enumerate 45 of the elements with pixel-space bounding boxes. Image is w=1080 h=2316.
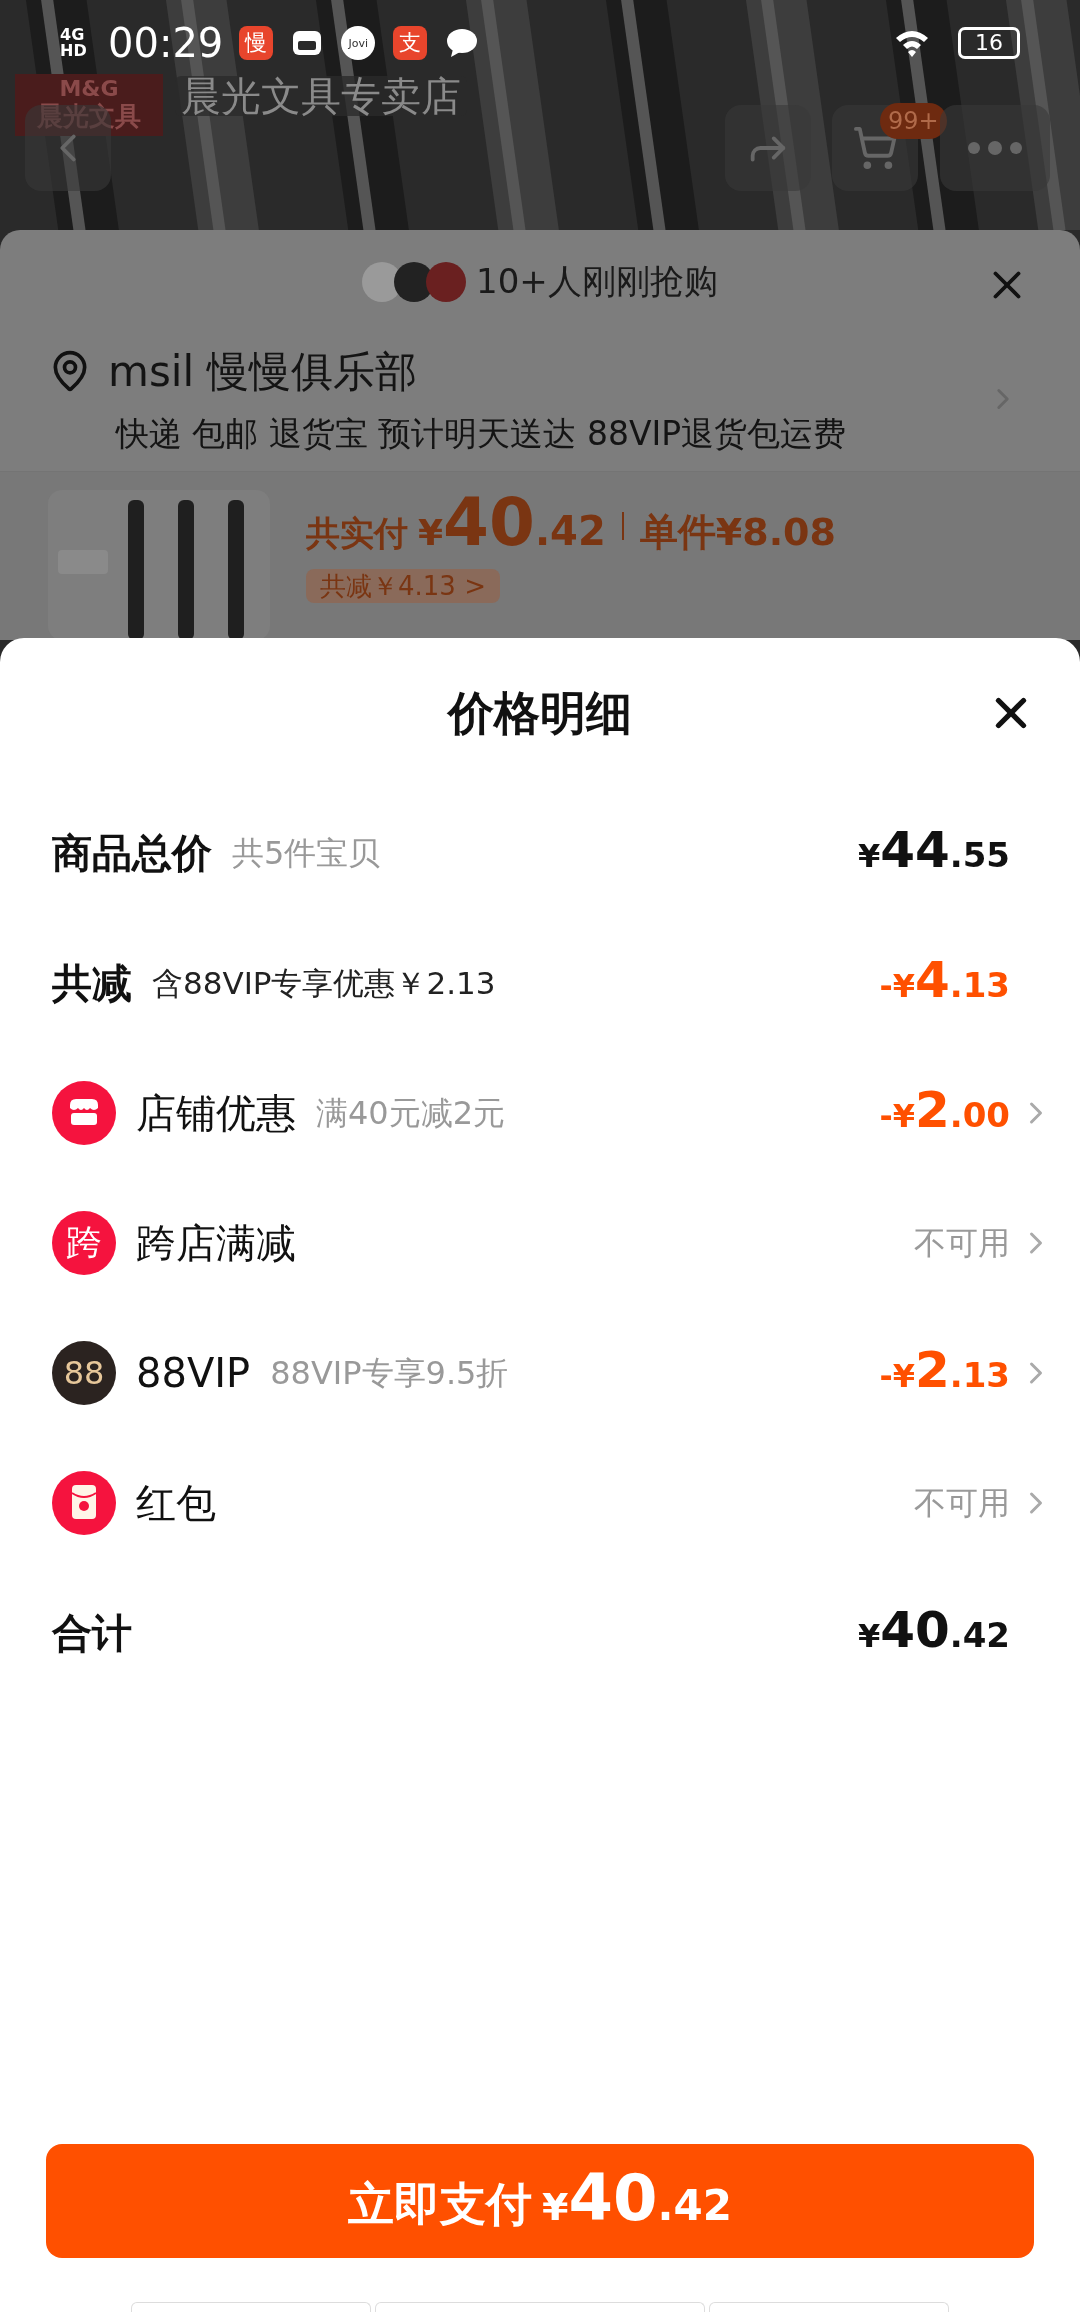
app-notification-icon: 慢 xyxy=(239,26,274,60)
row-note: 88VIP专享9.5折 xyxy=(270,1353,509,1394)
price-amount: -¥2.00 xyxy=(879,1085,1010,1141)
unavailable-status: 不可用 xyxy=(914,1483,1010,1524)
row-label: 合计 xyxy=(52,1609,132,1658)
total-paid-label: 共实付 xyxy=(306,512,408,555)
row-label: 红包 xyxy=(136,1479,216,1528)
wifi-icon xyxy=(894,28,930,58)
vip-icon: 88 xyxy=(52,1341,116,1405)
price-amount: ¥40.42 xyxy=(857,1605,1010,1661)
delivery-info: 快递 包邮 退货宝 预计明天送达 88VIP退货包运费 xyxy=(116,413,848,455)
logo-text: 晨光文具 xyxy=(37,99,141,133)
cart-count-badge: 99+ xyxy=(880,103,947,139)
address-name: msil 慢慢俱乐部 xyxy=(108,346,418,398)
row-label: 店铺优惠 xyxy=(136,1089,296,1138)
row-label: 跨店满减 xyxy=(136,1219,296,1268)
shop-icon xyxy=(52,1081,116,1145)
unit-price: 单件¥8.08 xyxy=(639,509,836,556)
more-button[interactable] xyxy=(940,105,1050,191)
network-indicator: 4G HD xyxy=(60,27,88,59)
envelope-icon xyxy=(52,1471,116,1535)
app-notification-icon: 支 xyxy=(393,26,428,60)
battery-indicator: 16 xyxy=(958,27,1020,59)
chat-icon xyxy=(445,27,480,59)
price-amount: -¥2.13 xyxy=(879,1345,1010,1401)
pay-now-button[interactable]: 立即支付 ¥40.42 xyxy=(46,2144,1034,2258)
total-paid-amount: ¥40.42 xyxy=(418,490,606,561)
price-amount: -¥4.13 xyxy=(879,955,1010,1011)
logo-mark: M&G xyxy=(59,77,119,100)
price-amount: ¥44.55 xyxy=(857,825,1010,881)
row-note: 含88VIP专享优惠￥2.13 xyxy=(152,963,496,1003)
row-note: 共5件宝贝 xyxy=(232,833,381,874)
row-note: 满40元减2元 xyxy=(316,1093,506,1134)
unavailable-status: 不可用 xyxy=(914,1223,1010,1264)
more-icon xyxy=(967,141,1023,155)
recent-buyers-text: 10+人刚刚抢购 xyxy=(476,260,718,304)
avatar xyxy=(426,261,467,302)
row-label: 共减 xyxy=(52,959,132,1008)
clock: 00:29 xyxy=(108,19,224,68)
sheet-title: 价格明细 xyxy=(448,684,632,742)
row-label: 商品总价 xyxy=(52,829,212,878)
cross-store-icon: 跨 xyxy=(52,1211,116,1275)
saving-badge: 共减￥4.13 > xyxy=(306,569,500,603)
row-label: 88VIP xyxy=(136,1349,251,1398)
share-button[interactable] xyxy=(725,105,811,191)
